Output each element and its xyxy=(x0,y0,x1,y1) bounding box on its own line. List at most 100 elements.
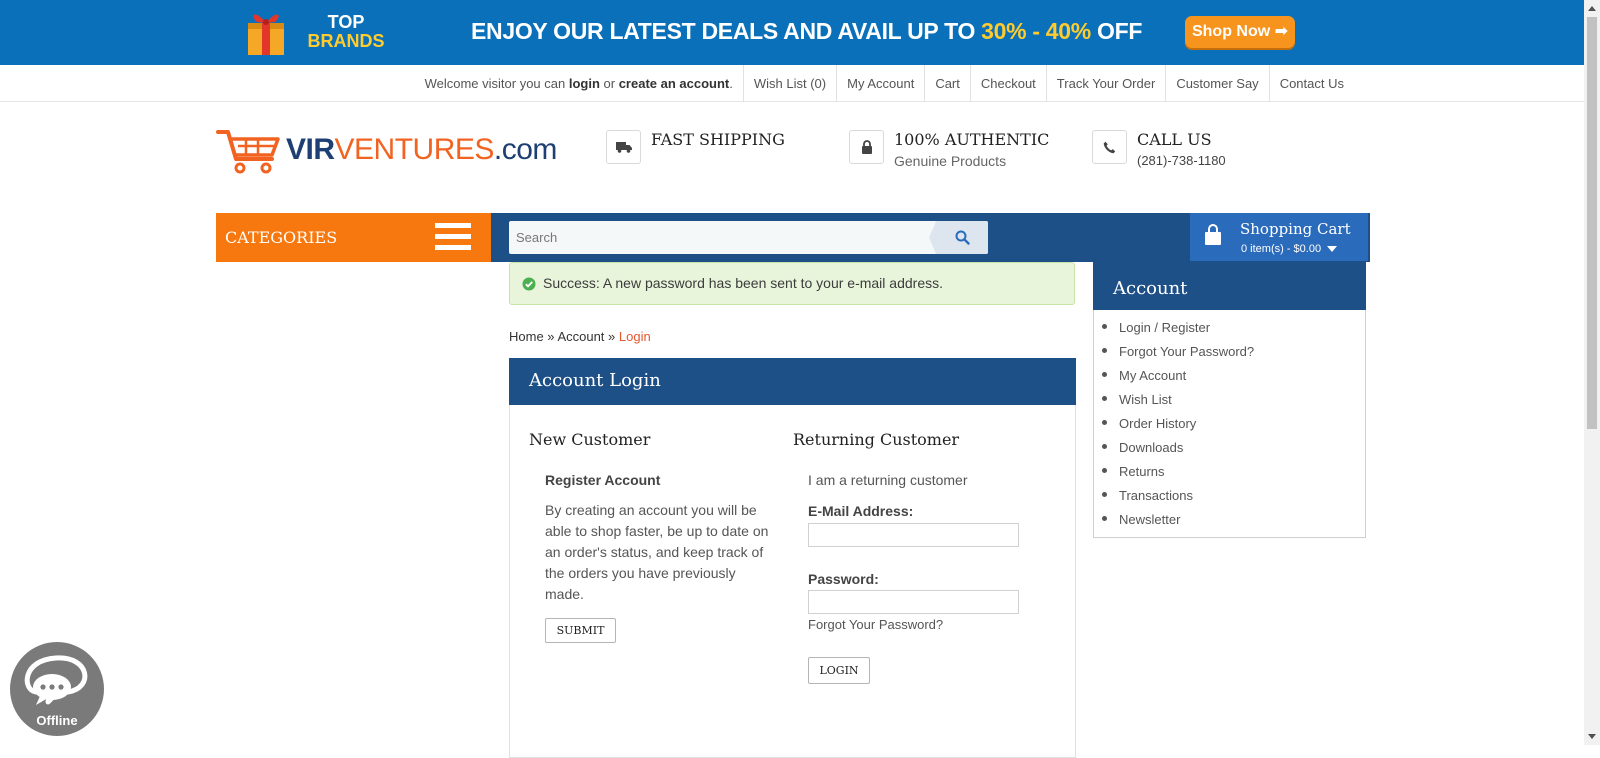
forgot-password-link[interactable]: Forgot Your Password? xyxy=(808,617,943,632)
feature-authentic: 100% AUTHENTIC Genuine Products xyxy=(849,129,1059,174)
scroll-down-icon[interactable] xyxy=(1584,728,1600,745)
breadcrumb-account[interactable]: Account xyxy=(557,329,604,344)
page-title: Account Login xyxy=(529,370,661,391)
account-menu-item-login-register[interactable]: Login / Register xyxy=(1102,315,1254,339)
hamburger-menu-icon[interactable] xyxy=(435,223,471,251)
promo-headline-discount: 30% - 40% xyxy=(981,18,1091,44)
bullet-icon xyxy=(1102,323,1107,329)
email-field[interactable] xyxy=(808,523,1019,547)
login-link[interactable]: login xyxy=(569,76,600,91)
account-sidebar-title: Account xyxy=(1113,278,1188,299)
breadcrumb-home[interactable]: Home xyxy=(509,329,544,344)
account-menu-item-label: My Account xyxy=(1119,367,1187,383)
bullet-icon xyxy=(1102,419,1107,425)
bullet-icon xyxy=(1102,371,1107,377)
shopping-cart-button[interactable]: Shopping Cart 0 item(s) - $0.00 xyxy=(1190,213,1368,261)
shop-now-button[interactable]: Shop Now ➡ xyxy=(1185,16,1295,48)
site-logo[interactable]: VIRVENTURES.com xyxy=(216,129,557,175)
cart-title: Shopping Cart xyxy=(1240,220,1351,238)
account-menu-item-newsletter[interactable]: Newsletter xyxy=(1102,507,1254,531)
welcome-message: Welcome visitor you can login or create … xyxy=(425,76,743,91)
password-label: Password: xyxy=(808,571,879,587)
live-chat-widget[interactable]: Offline xyxy=(10,642,104,736)
account-menu-item-label: Login / Register xyxy=(1119,319,1211,335)
account-menu-item-label: Order History xyxy=(1119,415,1197,431)
account-menu-item-label: Newsletter xyxy=(1119,511,1181,527)
account-menu-item-returns[interactable]: Returns xyxy=(1102,459,1254,483)
breadcrumb-separator: » xyxy=(543,329,558,344)
truck-icon xyxy=(606,130,641,164)
account-menu-item-label: Downloads xyxy=(1119,439,1184,455)
account-menu-item-order-history[interactable]: Order History xyxy=(1102,411,1254,435)
lock-icon xyxy=(849,130,884,164)
feature-title: CALL US xyxy=(1137,130,1212,149)
logo-vir: VIR xyxy=(286,133,335,166)
customer-say-link[interactable]: Customer Say xyxy=(1165,65,1268,102)
promo-banner[interactable]: TOP BRANDS ENJOY OUR LATEST DEALS AND AV… xyxy=(0,0,1584,65)
cart-summary: 0 item(s) - $0.00 xyxy=(1241,243,1338,255)
shopping-bag-icon xyxy=(1205,224,1221,245)
account-menu-item-forgot-password[interactable]: Forgot Your Password? xyxy=(1102,339,1254,363)
alert-message: Success: A new password has been sent to… xyxy=(543,275,943,291)
returning-customer-intro: I am a returning customer xyxy=(808,472,968,488)
account-menu-item-my-account[interactable]: My Account xyxy=(1102,363,1254,387)
logo-com: .com xyxy=(493,133,558,166)
feature-title: 100% AUTHENTIC xyxy=(894,130,1050,149)
check-circle-icon xyxy=(522,277,536,291)
feature-subtitle: Genuine Products xyxy=(894,153,1007,169)
search-box xyxy=(509,221,988,254)
chevron-down-icon xyxy=(1327,246,1338,253)
welcome-period: . xyxy=(729,76,733,91)
top-links-bar: Welcome visitor you can login or create … xyxy=(0,65,1584,102)
logo-ventures: VENTURES xyxy=(334,133,495,166)
feature-fast-shipping: FAST SHIPPING xyxy=(606,129,806,174)
categories-label: CATEGORIES xyxy=(225,228,338,247)
shopping-cart-logo-icon xyxy=(216,130,280,174)
contact-us-link[interactable]: Contact Us xyxy=(1268,65,1354,102)
chat-bubble-icon xyxy=(24,655,88,705)
feature-title: FAST SHIPPING xyxy=(651,130,785,149)
cart-summary-text: 0 item(s) - $0.00 xyxy=(1241,243,1322,255)
new-customer-heading: New Customer xyxy=(529,430,651,449)
scroll-up-icon[interactable] xyxy=(1584,0,1600,17)
bullet-icon xyxy=(1102,395,1107,401)
account-menu-item-label: Forgot Your Password? xyxy=(1119,343,1255,359)
breadcrumb-login[interactable]: Login xyxy=(619,329,651,344)
success-alert: Success: A new password has been sent to… xyxy=(509,262,1075,305)
account-menu-item-transactions[interactable]: Transactions xyxy=(1102,483,1254,507)
search-button[interactable] xyxy=(929,221,988,254)
top-brands-label: TOP BRANDS xyxy=(306,13,386,51)
cart-link[interactable]: Cart xyxy=(924,65,970,102)
track-order-link[interactable]: Track Your Order xyxy=(1045,65,1166,102)
login-button[interactable]: LOGIN xyxy=(808,657,870,684)
checkout-link[interactable]: Checkout xyxy=(969,65,1046,102)
welcome-prefix: Welcome visitor you can xyxy=(424,76,569,91)
search-input[interactable] xyxy=(509,221,929,254)
categories-menu-button[interactable]: CATEGORIES xyxy=(216,213,491,262)
account-menu-item-downloads[interactable]: Downloads xyxy=(1102,435,1254,459)
welcome-or: or xyxy=(599,76,619,91)
my-account-link[interactable]: My Account xyxy=(836,65,924,102)
create-account-link[interactable]: create an account xyxy=(619,76,730,91)
account-menu-item-label: Transactions xyxy=(1119,487,1193,503)
bullet-icon xyxy=(1102,443,1107,449)
password-field[interactable] xyxy=(808,590,1019,614)
account-menu-item-wish-list[interactable]: Wish List xyxy=(1102,387,1254,411)
register-account-heading: Register Account xyxy=(545,472,661,488)
scrollbar-thumb[interactable] xyxy=(1587,17,1597,429)
account-menu-item-label: Returns xyxy=(1119,463,1165,479)
bullet-icon xyxy=(1102,515,1107,521)
wish-list-link[interactable]: Wish List (0) xyxy=(742,65,836,102)
top-brands-line1: TOP xyxy=(327,12,365,32)
phone-icon xyxy=(1092,130,1127,164)
breadcrumb-separator: » xyxy=(604,329,619,344)
phone-number[interactable]: (281)-738-1180 xyxy=(1137,153,1226,168)
breadcrumb: Home » Account » Login xyxy=(509,329,651,344)
logo-wordmark: VIRVENTURES.com xyxy=(286,133,557,167)
bullet-icon xyxy=(1102,491,1107,497)
account-sidebar-header: Account xyxy=(1093,262,1366,310)
account-menu-list: Login / Register Forgot Your Password? M… xyxy=(1102,315,1254,531)
search-icon xyxy=(955,230,970,245)
bullet-icon xyxy=(1102,467,1107,473)
submit-button[interactable]: SUBMIT xyxy=(545,618,616,643)
